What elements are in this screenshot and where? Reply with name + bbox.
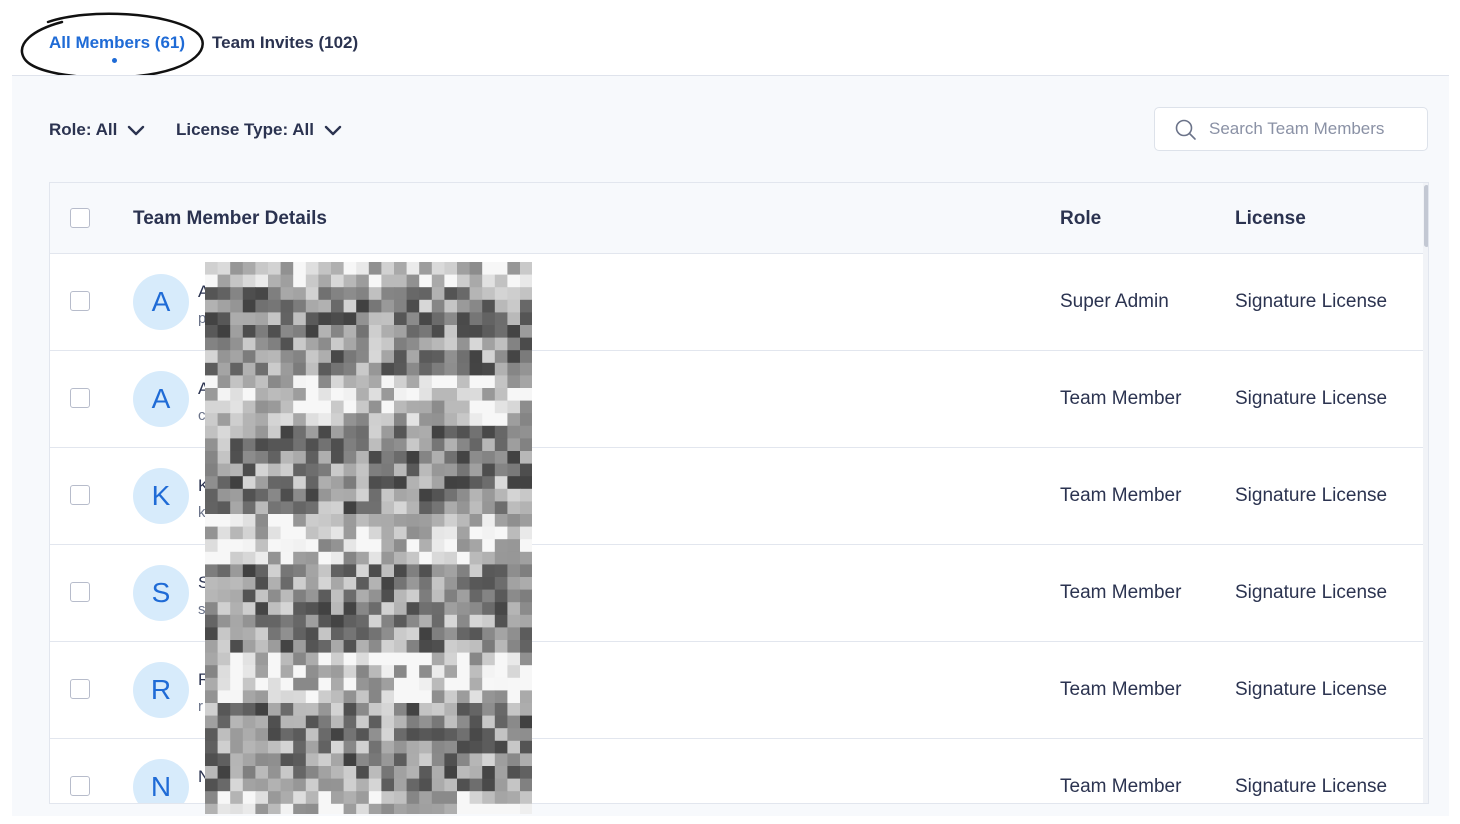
select-all-checkbox[interactable] — [70, 208, 90, 228]
table-scrollbar[interactable] — [1423, 183, 1428, 803]
column-header-license: License — [1235, 208, 1306, 229]
column-header-details: Team Member Details — [133, 208, 327, 229]
tab-all-members[interactable]: All Members (61) — [49, 33, 185, 53]
tab-team-invites[interactable]: Team Invites (102) — [212, 33, 358, 53]
chevron-down-icon — [128, 125, 145, 136]
avatar: A — [133, 274, 189, 330]
avatar: K — [133, 468, 189, 524]
row-checkbox[interactable] — [70, 291, 90, 311]
active-tab-indicator — [112, 58, 117, 63]
role-filter-label: Role: All — [49, 120, 118, 139]
role-cell: Team Member — [1060, 388, 1182, 409]
column-header-role: Role — [1060, 208, 1102, 229]
license-filter-label: License Type: All — [176, 120, 314, 139]
avatar: N — [133, 759, 189, 803]
license-type-filter-dropdown[interactable]: License Type: All — [176, 120, 342, 140]
license-cell: Signature License — [1235, 485, 1388, 506]
role-cell: Super Admin — [1060, 291, 1169, 312]
search-icon — [1175, 119, 1196, 140]
row-checkbox[interactable] — [70, 582, 90, 602]
role-cell: Team Member — [1060, 776, 1182, 797]
avatar: S — [133, 565, 189, 621]
pixelated-redaction — [205, 262, 532, 814]
license-cell: Signature License — [1235, 776, 1388, 797]
row-checkbox[interactable] — [70, 388, 90, 408]
role-filter-dropdown[interactable]: Role: All — [49, 120, 145, 140]
table-scrollbar-thumb[interactable] — [1424, 185, 1428, 247]
chevron-down-icon — [324, 125, 342, 136]
row-checkbox[interactable] — [70, 485, 90, 505]
row-checkbox[interactable] — [70, 776, 90, 796]
license-cell: Signature License — [1235, 388, 1388, 409]
tab-bar: All Members (61) Team Invites (102) — [0, 0, 1460, 79]
row-checkbox[interactable] — [70, 679, 90, 699]
role-cell: Team Member — [1060, 582, 1182, 603]
search-box — [1154, 107, 1428, 151]
table-header: Team Member Details Role License — [50, 183, 1423, 254]
license-cell: Signature License — [1235, 582, 1388, 603]
search-input[interactable] — [1209, 108, 1419, 150]
member-email: r — [198, 698, 203, 715]
avatar: A — [133, 371, 189, 427]
license-cell: Signature License — [1235, 679, 1388, 700]
role-cell: Team Member — [1060, 679, 1182, 700]
role-cell: Team Member — [1060, 485, 1182, 506]
license-cell: Signature License — [1235, 291, 1388, 312]
avatar: R — [133, 662, 189, 718]
